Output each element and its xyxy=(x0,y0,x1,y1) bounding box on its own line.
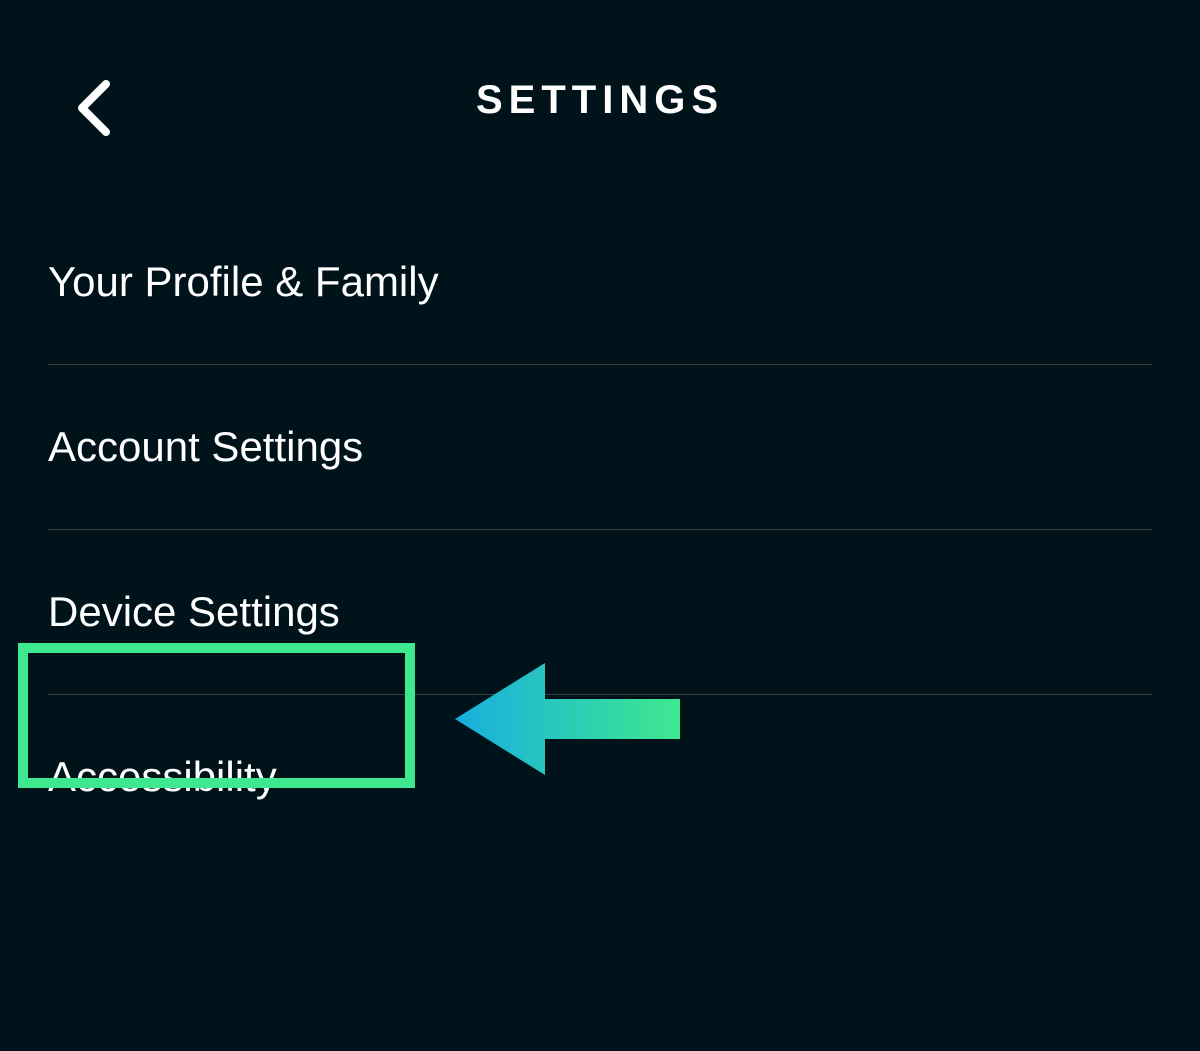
menu-item-label: Device Settings xyxy=(48,588,340,635)
menu-item-profile-family[interactable]: Your Profile & Family xyxy=(48,200,1152,365)
settings-menu: Your Profile & Family Account Settings D… xyxy=(0,200,1200,859)
page-title: SETTINGS xyxy=(476,78,724,123)
menu-item-accessibility[interactable]: Accessibility xyxy=(48,695,1152,859)
menu-item-label: Accessibility xyxy=(48,753,277,800)
menu-item-label: Account Settings xyxy=(48,423,363,470)
back-button[interactable] xyxy=(68,78,118,138)
header: SETTINGS xyxy=(0,0,1200,200)
menu-item-device-settings[interactable]: Device Settings xyxy=(48,530,1152,695)
menu-item-label: Your Profile & Family xyxy=(48,258,439,305)
menu-item-account-settings[interactable]: Account Settings xyxy=(48,365,1152,530)
chevron-left-icon xyxy=(74,78,112,138)
